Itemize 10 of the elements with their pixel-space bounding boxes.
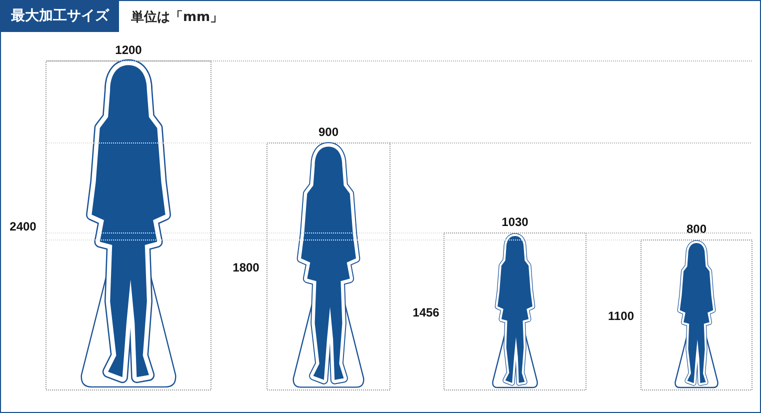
- width-label: 900: [318, 125, 339, 139]
- header-title: 最大加工サイズ: [1, 1, 119, 32]
- height-label: 1800: [232, 260, 260, 274]
- height-label: 2400: [10, 220, 36, 234]
- width-label: 1030: [502, 215, 528, 229]
- height-label: 1456: [412, 306, 440, 320]
- height-label: 1100: [608, 309, 634, 323]
- unit-note: 単位は「mm」: [131, 8, 224, 26]
- width-label: 1200: [115, 43, 142, 57]
- width-label: 800: [686, 222, 707, 236]
